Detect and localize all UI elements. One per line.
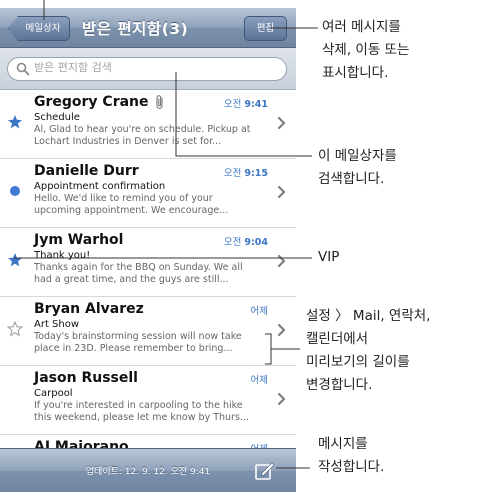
message-preview: Al, Glad to hear you're on schedule. Pic… [34, 124, 251, 147]
page-title: 받은 편지함(3) [82, 20, 189, 38]
message-sender: Jason Russell [34, 370, 138, 386]
bottom-toolbar: 업데이트: 12. 9. 12. 오전 9:41 [0, 448, 296, 492]
message-time-period: 오전 [223, 168, 242, 179]
chevron-right-icon [277, 323, 286, 337]
iphone-mail-screen: 메일상자 받은 편지함(3) 편집 Gregory Crane 오전 9:41 Sc… [0, 8, 296, 492]
callout-edit: 여러 메시지를 삭제, 이동 또는 표시합니다. [322, 19, 410, 81]
message-time-value: 9:15 [244, 168, 268, 179]
message-time: 오전 9:41 [224, 96, 268, 110]
vip-star-icon [8, 115, 22, 129]
message-preview: Today's brainstorming session will now t… [34, 331, 242, 354]
edit-button[interactable]: 편집 [244, 16, 287, 41]
callout-search: 이 메일상자를 검색합니다. [318, 148, 397, 187]
chevron-right-icon [277, 116, 286, 130]
search-icon [16, 62, 30, 76]
chevron-right-icon [277, 392, 286, 406]
vip-star-icon [8, 253, 22, 267]
message-subject: Schedule [34, 112, 80, 123]
message-time-value: 9:41 [244, 99, 268, 110]
message-time-period: 오전 [223, 99, 242, 110]
message-preview: If you're interested in carpooling to th… [34, 400, 249, 423]
message-time: 어제 [251, 303, 268, 317]
message-sender: Jym Warhol [34, 232, 124, 248]
message-row[interactable]: Danielle Durr 오전 9:15 Appointment confirma… [0, 159, 296, 228]
navigation-bar: 메일상자 받은 편지함(3) 편집 [0, 8, 296, 48]
unread-dot-icon [10, 186, 20, 196]
message-row[interactable]: Bryan Alvarez 어제 Art Show Today's brainstor… [0, 297, 296, 366]
message-subject: Thank you! [34, 250, 91, 261]
message-subject: Appointment confirmation [34, 181, 166, 192]
search-field[interactable] [7, 57, 287, 81]
search-input[interactable] [34, 61, 274, 74]
message-time-value: 어제 [250, 306, 268, 317]
message-preview: Thanks again for the BBQ on Sunday. We a… [34, 262, 243, 285]
compose-icon[interactable] [254, 461, 276, 481]
message-subject: Art Show [34, 319, 80, 330]
callout-compose: 메시지를 작성합니다. [318, 436, 385, 475]
message-row[interactable]: Gregory Crane 오전 9:41 Schedule Al, Glad to … [0, 90, 296, 159]
vip-star-outline-icon [7, 321, 23, 337]
callout-preview: 설정 〉 Mail, 연락처, 캘린더에서 미리보기의 길이를 변경합니다. [306, 308, 431, 393]
message-subject: Carpool [34, 388, 73, 399]
message-sender: Danielle Durr [34, 163, 139, 179]
message-preview: Hello. We'd like to remind you of your u… [34, 193, 229, 216]
message-time-value: 어제 [250, 375, 268, 386]
callout-vip: VIP [318, 249, 340, 265]
chevron-right-icon [277, 185, 286, 199]
message-time-period: 오전 [223, 237, 242, 248]
message-sender: Gregory Crane [34, 94, 149, 110]
updated-status: 업데이트: 12. 9. 12. 오전 9:41 [85, 467, 211, 477]
message-time-value: 9:04 [244, 237, 268, 248]
message-sender: Bryan Alvarez [34, 301, 144, 317]
message-time: 오전 9:04 [224, 234, 268, 248]
message-time: 어제 [251, 372, 268, 386]
paperclip-icon [156, 95, 163, 110]
chevron-right-icon [277, 254, 286, 268]
search-bar [0, 48, 296, 90]
message-row[interactable]: Jym Warhol 오전 9:04 Thank you! Thanks again … [0, 228, 296, 297]
mailboxes-back-button[interactable]: 메일상자 [8, 16, 70, 41]
message-time: 오전 9:15 [224, 165, 268, 179]
message-list: Gregory Crane 오전 9:41 Schedule Al, Glad to … [0, 90, 296, 463]
message-row[interactable]: Jason Russell 어제 Carpool If you're interest… [0, 366, 296, 435]
